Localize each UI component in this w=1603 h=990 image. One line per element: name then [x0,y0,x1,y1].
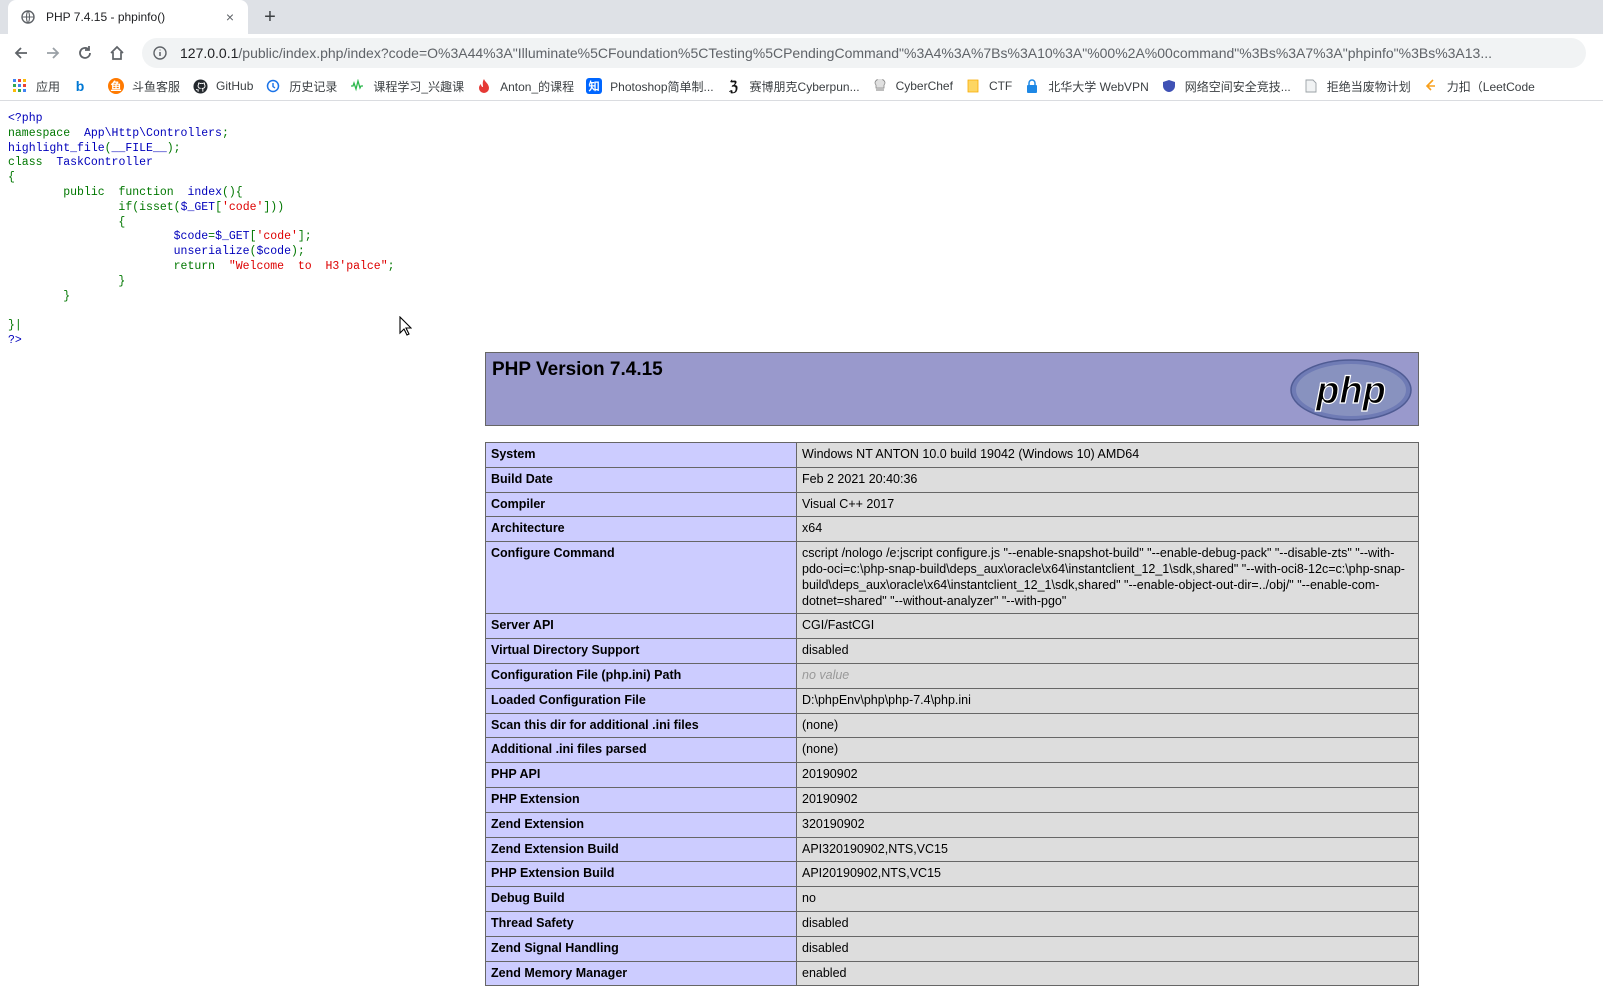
globe-icon [20,9,36,25]
bookmark-course[interactable]: 课程学习_兴趣课 [349,74,464,98]
table-row: Build Date Feb 2 2021 20:40:36 [485,466,1419,493]
close-icon[interactable]: × [220,7,240,27]
address-bar[interactable]: 127.0.0.1/public/index.php/index?code=O%… [142,38,1586,68]
php-logo-icon[interactable]: php [1290,359,1412,426]
bookmarks-bar: 应用 b 鱼 斗鱼客服 GitHub 历史记录 课程学习_兴趣课 Anton_的… [0,72,1603,101]
home-icon[interactable] [105,41,129,65]
bookmark-photoshop[interactable]: 知 Photoshop简单制... [586,74,714,98]
table-row: Loaded Configuration File D:\phpEnv\php\p… [485,687,1419,714]
source-code-block: <?php namespace App\Http\Controllers; hi… [8,112,395,347]
tab-strip: PHP 7.4.15 - phpinfo() × + [0,0,1603,34]
bookmark-security[interactable]: 网络空间安全竞技... [1161,74,1291,98]
bookmark-history[interactable]: 历史记录 [265,74,337,98]
github-icon [192,78,208,94]
mouse-cursor-icon [399,315,413,341]
bookmark-leetcode[interactable]: 力扣（LeetCode [1423,74,1535,98]
table-row: PHP API 20190902 [485,762,1419,788]
douyu-icon: 鱼 [108,78,125,94]
table-row: Zend Extension 320190902 [485,811,1419,838]
table-row: PHP Extension Build API20190902,NTS,VC15 [485,861,1419,888]
shield-icon [1161,78,1177,94]
table-row: Additional .ini files parsed (none) [485,737,1419,764]
browser-toolbar: 127.0.0.1/public/index.php/index?code=O%… [0,34,1603,72]
forward-arrow-icon[interactable] [41,41,65,65]
phpinfo-header: PHP Version 7.4.15 php [485,352,1419,426]
url-path: /public/index.php/index?code=O%3A44%3A"I… [238,45,1493,61]
table-row: Virtual Directory Support disabled [485,638,1419,664]
url-host: 127.0.0.1 [180,45,239,61]
folder-icon [965,78,981,94]
lock-icon [1024,78,1040,94]
page-icon [1303,78,1319,94]
table-row: Thread Safety disabled [485,910,1419,937]
zhihu-icon: 知 [586,78,603,94]
table-row: Zend Extension Build API320190902,NTS,VC1… [485,836,1419,863]
table-row: Scan this dir for additional .ini files(… [485,712,1419,739]
code-line: <?php [8,112,43,125]
table-row: Debug Build no [485,886,1419,912]
table-row: System Windows NT ANTON 10.0 build 19042 … [485,442,1419,468]
reload-icon[interactable] [73,41,97,65]
chef-icon [872,78,888,94]
back-arrow-icon[interactable] [9,41,33,65]
new-tab-button[interactable]: + [258,5,282,29]
bookmark-douyu[interactable]: 鱼 斗鱼客服 [108,74,180,98]
browser-tab[interactable]: PHP 7.4.15 - phpinfo() × [8,0,248,34]
cyberpunk-icon: ℨ [729,77,738,94]
bookmark-cyberchef[interactable]: CyberChef [872,74,953,98]
leetcode-icon [1423,78,1439,94]
php-version-title: PHP Version 7.4.15 [492,359,663,380]
apps-grid-icon [12,78,28,94]
table-row: Architecture x64 [485,516,1419,543]
table-row: Server API CGI/FastCGI [485,613,1419,640]
table-row: Configuration File (php.ini) Path no valu… [485,662,1419,689]
site-info-icon[interactable] [152,45,168,61]
url-text[interactable]: 127.0.0.1/public/index.php/index?code=O%… [180,45,1586,61]
bing-icon: b [75,78,85,94]
course-icon [349,78,365,94]
bookmark-plan[interactable]: 拒绝当废物计划 [1303,74,1411,98]
bookmark-anton[interactable]: Anton_的课程 [476,74,574,98]
table-row: Zend Signal Handling disabled [485,935,1419,962]
php-logo-text: php [1315,370,1386,412]
table-row: Compiler Visual C++ 2017 [485,491,1419,518]
bookmark-github[interactable]: GitHub [192,74,253,98]
phpinfo-table: System Windows NT ANTON 10.0 build 19042 … [485,442,1419,987]
bookmark-ctf[interactable]: CTF [965,74,1012,98]
bookmark-cyberpunk[interactable]: ℨ 赛博朋克Cyberpun... [726,74,859,98]
tab-title: PHP 7.4.15 - phpinfo() [46,10,166,24]
phpinfo-panel: PHP Version 7.4.15 php System Windows NT … [485,352,1419,987]
history-icon [265,78,281,94]
flame-icon [476,78,492,94]
bookmark-apps[interactable]: 应用 [12,74,60,98]
bookmark-bing[interactable]: b [72,74,96,98]
bookmark-webvpn[interactable]: 北华大学 WebVPN [1024,74,1149,98]
table-row: PHP Extension 20190902 [485,786,1419,813]
table-row: Configure Command cscript /nologo /e:jscr… [485,541,1419,615]
table-row: Zend Memory Manager enabled [485,960,1419,987]
